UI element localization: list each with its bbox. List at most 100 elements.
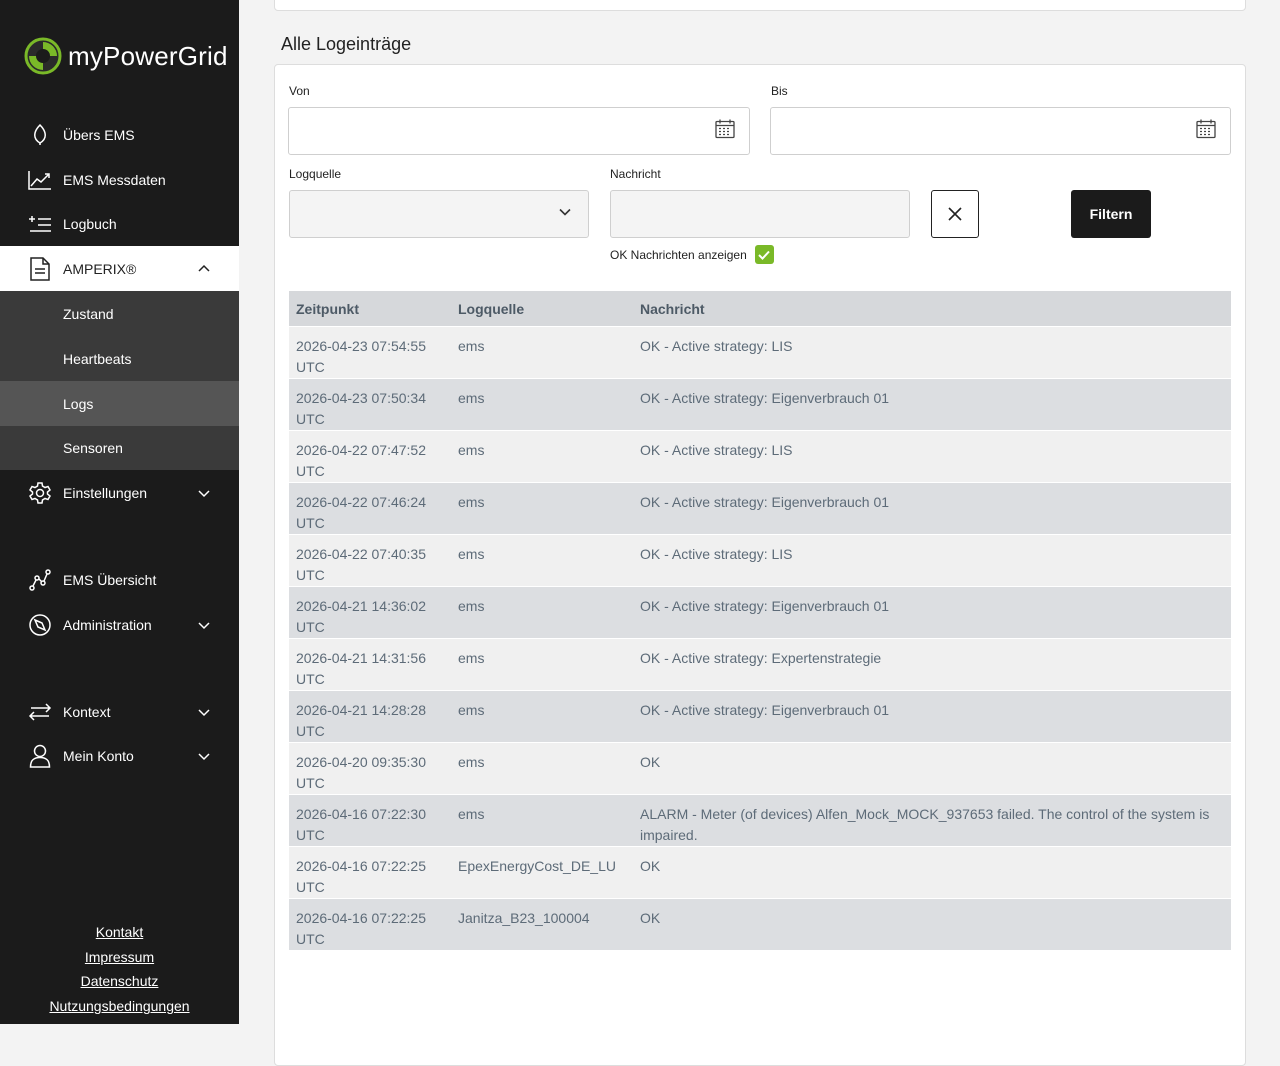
- timezone-value: UTC: [296, 827, 325, 843]
- nav-item-ems-uebersicht[interactable]: EMS Übersicht: [0, 558, 239, 602]
- cell-message: OK: [633, 742, 1231, 795]
- cell-source: ems: [451, 690, 633, 743]
- nav-item-administration[interactable]: Administration: [0, 603, 239, 647]
- log-table: Zeitpunkt Logquelle Nachricht 2026-04-23…: [289, 291, 1231, 950]
- nav-item-uebers-ems[interactable]: Übers EMS: [0, 113, 239, 157]
- nav-label: Mein Konto: [63, 748, 134, 764]
- column-header-source[interactable]: Logquelle: [451, 291, 633, 327]
- timezone-value: UTC: [296, 931, 325, 947]
- filter-button[interactable]: Filtern: [1071, 190, 1151, 238]
- nav-label: Administration: [63, 617, 152, 633]
- timezone-value: UTC: [296, 567, 325, 583]
- clear-filter-button[interactable]: [931, 190, 979, 238]
- nav-label: EMS Messdaten: [63, 172, 166, 188]
- cell-source: Janitza_B23_100004: [451, 898, 633, 950]
- cell-time: 2026-04-23 07:50:34 UTC: [289, 378, 451, 431]
- table-row: 2026-04-21 14:36:02 UTC ems OK - Active str…: [289, 586, 1231, 639]
- logo-icon: [24, 37, 62, 75]
- subnav-label: Heartbeats: [63, 350, 132, 367]
- previous-card: [274, 0, 1246, 11]
- footer-links: Kontakt Impressum Datenschutz Nutzungsbe…: [0, 920, 239, 1019]
- log-card: Von Bis Logquelle Nachricht Filtern OK N…: [274, 64, 1246, 1066]
- subnav-item-heartbeats[interactable]: Heartbeats: [0, 336, 239, 381]
- nav-label: Einstellungen: [63, 485, 148, 501]
- table-row: 2026-04-21 14:31:56 UTC ems OK - Active str…: [289, 638, 1231, 691]
- time-value: 2026-04-22 07:47:52: [296, 442, 426, 458]
- nav-item-ems-messdaten[interactable]: EMS Messdaten: [0, 158, 239, 202]
- subnav-item-zustand[interactable]: Zustand: [0, 291, 239, 336]
- from-date-input[interactable]: [288, 107, 750, 155]
- subnav-label: Zustand: [63, 305, 114, 322]
- footer-link-datenschutz[interactable]: Datenschutz: [0, 969, 239, 994]
- calendar-icon[interactable]: [1196, 119, 1216, 144]
- timezone-value: UTC: [296, 411, 325, 427]
- footer-link-impressum[interactable]: Impressum: [0, 945, 239, 970]
- swap-arrows-icon: [28, 700, 52, 724]
- cell-message: OK: [633, 846, 1231, 899]
- timezone-value: UTC: [296, 775, 325, 791]
- footer-link-nutzungsbedingungen[interactable]: Nutzungsbedingungen: [0, 994, 239, 1019]
- cell-time: 2026-04-16 07:22:25 UTC: [289, 846, 451, 899]
- subnav-item-sensoren[interactable]: Sensoren: [0, 426, 239, 470]
- cell-message: OK - Active strategy: LIS: [633, 430, 1231, 483]
- subnav-label: Sensoren: [63, 440, 123, 456]
- cell-time: 2026-04-23 07:54:55 UTC: [289, 326, 451, 379]
- user-icon: [28, 744, 52, 768]
- subnav-label: Logs: [63, 395, 94, 412]
- time-value: 2026-04-22 07:40:35: [296, 546, 426, 562]
- source-label: Logquelle: [289, 167, 342, 181]
- nav-item-mein-konto[interactable]: Mein Konto: [0, 734, 239, 778]
- cell-time: 2026-04-16 07:22:25 UTC: [289, 898, 451, 950]
- cell-message: OK - Active strategy: LIS: [633, 534, 1231, 587]
- column-header-time[interactable]: Zeitpunkt: [289, 291, 451, 327]
- cell-message: ALARM - Meter (of devices) Alfen_Mock_MO…: [633, 794, 1231, 847]
- column-header-message[interactable]: Nachricht: [633, 291, 1231, 327]
- cell-message: OK - Active strategy: Eigenverbrauch 01: [633, 378, 1231, 431]
- source-select[interactable]: [289, 190, 589, 238]
- table-header-row: Zeitpunkt Logquelle Nachricht: [289, 291, 1231, 327]
- cell-source: ems: [451, 534, 633, 587]
- table-row: 2026-04-23 07:54:55 UTC ems OK - Active str…: [289, 326, 1231, 379]
- cell-source: ems: [451, 794, 633, 847]
- message-label: Nachricht: [610, 167, 661, 181]
- message-input[interactable]: [610, 190, 910, 238]
- time-value: 2026-04-23 07:54:55: [296, 338, 426, 354]
- nav-item-amperix[interactable]: AMPERIX®: [0, 246, 239, 291]
- brand-name: myPowerGrid: [68, 40, 228, 71]
- table-row: 2026-04-22 07:47:52 UTC ems OK - Active str…: [289, 430, 1231, 483]
- cell-time: 2026-04-22 07:47:52 UTC: [289, 430, 451, 483]
- list-add-icon: [28, 212, 52, 236]
- cell-source: ems: [451, 742, 633, 795]
- cell-time: 2026-04-21 14:31:56 UTC: [289, 638, 451, 691]
- table-row: 2026-04-16 07:22:30 UTC ems ALARM - Meter (…: [289, 794, 1231, 847]
- table-row: 2026-04-16 07:22:25 UTC Janitza_B23_100004…: [289, 898, 1231, 950]
- brand-logo[interactable]: myPowerGrid: [24, 37, 228, 75]
- graph-nodes-icon: [28, 568, 52, 592]
- timezone-value: UTC: [296, 671, 325, 687]
- ok-messages-checkbox[interactable]: [754, 245, 774, 264]
- cell-source: EpexEnergyCost_DE_LU: [451, 846, 633, 899]
- nav-item-kontext[interactable]: Kontext: [0, 690, 239, 734]
- timezone-value: UTC: [296, 723, 325, 739]
- close-icon: [948, 207, 962, 221]
- time-value: 2026-04-16 07:22:25: [296, 858, 426, 874]
- cell-message: OK - Active strategy: Eigenverbrauch 01: [633, 586, 1231, 639]
- log-table-body: 2026-04-23 07:54:55 UTC ems OK - Active str…: [289, 326, 1231, 950]
- subnav-item-logs[interactable]: Logs: [0, 381, 239, 426]
- document-icon: [28, 256, 52, 281]
- nav-item-logbuch[interactable]: Logbuch: [0, 202, 239, 246]
- to-date-input[interactable]: [770, 107, 1231, 155]
- check-icon: [758, 250, 770, 260]
- chevron-down-icon: [197, 618, 211, 632]
- nav-label: Logbuch: [63, 216, 117, 232]
- time-value: 2026-04-21 14:31:56: [296, 650, 426, 666]
- footer-link-kontakt[interactable]: Kontakt: [0, 920, 239, 945]
- nav-item-einstellungen[interactable]: Einstellungen: [0, 471, 239, 515]
- nav-label: AMPERIX®: [63, 260, 137, 277]
- cell-message: OK - Active strategy: Eigenverbrauch 01: [633, 690, 1231, 743]
- timezone-value: UTC: [296, 515, 325, 531]
- calendar-icon[interactable]: [715, 119, 735, 144]
- cell-source: ems: [451, 638, 633, 691]
- cell-time: 2026-04-22 07:40:35 UTC: [289, 534, 451, 587]
- from-label: Von: [289, 84, 310, 98]
